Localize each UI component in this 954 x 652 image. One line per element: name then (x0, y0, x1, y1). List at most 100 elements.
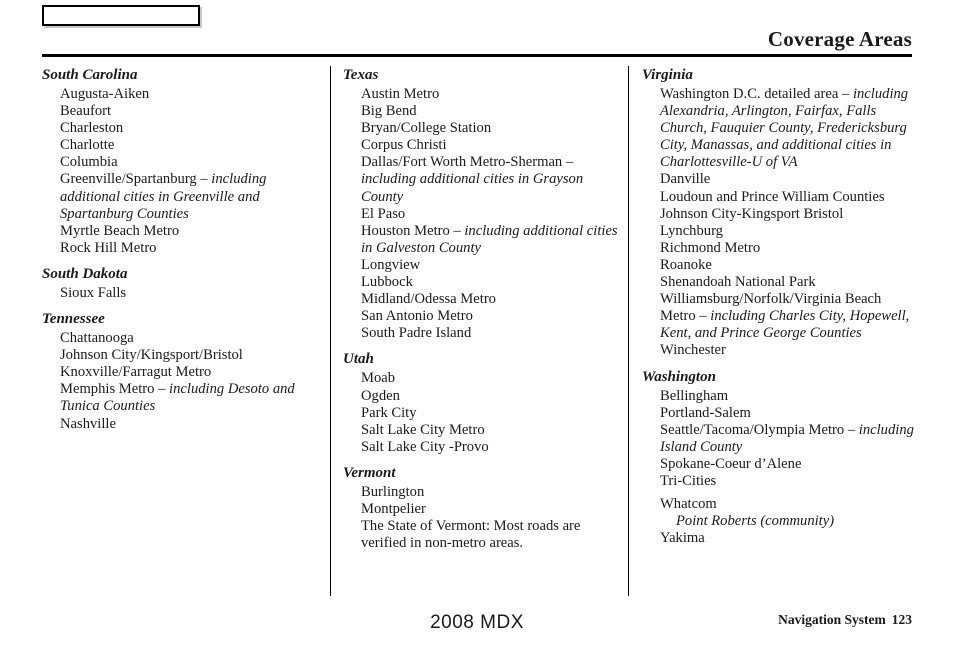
city-entry: Richmond Metro (642, 240, 914, 257)
city-name: Longview (361, 256, 421, 273)
coverage-columns: South Carolina Augusta-Aiken Beaufort Charl… (42, 66, 914, 596)
city-entry: Lynchburg (642, 223, 914, 240)
city-name: Nashville (60, 415, 116, 432)
state-block: Texas Austin Metro Big Bend Bryan/College S… (343, 66, 618, 342)
city-entry: Chattanooga (42, 330, 320, 347)
city-entry: Park City (343, 405, 618, 422)
state-name: South Carolina (42, 67, 138, 83)
footer-page-number: 123 (891, 612, 912, 627)
city-list: Bellingham Portland-Salem Seattle/Tacoma/O… (642, 388, 914, 548)
city-name: Winchester (660, 342, 726, 359)
city-entry: El Paso (343, 206, 618, 223)
city-name: Columbia (60, 154, 118, 171)
city-name: Midland/Odessa Metro (361, 291, 496, 308)
city-entry: South Padre Island (343, 325, 618, 342)
city-entry: Johnson City/Kingsport/Bristol (42, 347, 320, 364)
city-name: Lynchburg (660, 222, 723, 239)
city-name: Johnson City-Kingsport Bristol (660, 205, 844, 222)
city-entry: Williamsburg/Norfolk/Virginia Beach Metr… (642, 291, 914, 342)
city-list: Washington D.C. detailed area – includin… (642, 86, 914, 360)
city-entry: Danville (642, 171, 914, 188)
city-entry: Burlington (343, 484, 618, 501)
footer-manual-name: Navigation System (778, 612, 886, 627)
state-name: Virginia (642, 67, 693, 83)
state-name: Tennessee (42, 311, 105, 328)
city-entry: Charlotte (42, 137, 320, 154)
city-name: Rock Hill Metro (60, 239, 157, 256)
city-entry: Johnson City-Kingsport Bristol (642, 206, 914, 223)
city-name: Corpus Christi (361, 137, 447, 154)
city-name: Montpelier (361, 500, 426, 517)
city-entry: Beaufort (42, 103, 320, 120)
city-entry: Houston Metro – including additional cit… (343, 223, 618, 257)
city-name: Burlington (361, 483, 425, 500)
city-entry: Washington D.C. detailed area – includin… (642, 86, 914, 171)
city-name: Salt Lake City Metro (361, 421, 485, 438)
state-block: Vermont Burlington Montpelier The State of … (343, 464, 618, 552)
city-entry: Greenville/Spartanburg – including addit… (42, 171, 320, 222)
city-list: Augusta-Aiken Beaufort Charleston Charlotte… (42, 86, 320, 257)
city-entry: Knoxville/Farragut Metro (42, 364, 320, 381)
city-name: Charlotte (60, 137, 115, 154)
state-name: Washington (642, 368, 716, 385)
city-entry: Loudoun and Prince William Counties (642, 189, 914, 206)
city-name: Salt Lake City -Provo (361, 438, 489, 455)
city-entry: Whatcom (642, 496, 914, 513)
city-name: Dallas/Fort Worth Metro-Sherman (361, 154, 566, 171)
city-name: Bellingham (660, 387, 729, 404)
state-name: Vermont (343, 464, 396, 481)
city-name: South Padre Island (361, 325, 472, 342)
city-entry: Bellingham (642, 388, 914, 405)
coverage-column-1: South Carolina Augusta-Aiken Beaufort Charl… (42, 66, 330, 596)
state-block: South Dakota Sioux Falls (42, 265, 320, 302)
state-block: Virginia Washington D.C. detailed area – … (642, 66, 914, 360)
city-entry: Point Roberts (community) (642, 513, 914, 530)
city-name: Richmond Metro (660, 239, 761, 256)
city-name: Spokane-Coeur d’Alene (660, 455, 802, 472)
state-name: Utah (343, 351, 374, 368)
city-name: Point Roberts (community) (676, 513, 835, 530)
city-name: Whatcom (660, 496, 717, 513)
city-entry: Yakima (642, 530, 914, 547)
city-name: Johnson City/Kingsport/Bristol (60, 347, 243, 364)
city-name: Park City (361, 404, 417, 421)
city-name: Sioux Falls (60, 284, 127, 301)
city-entry: Sioux Falls (42, 285, 320, 302)
city-list: Burlington Montpelier The State of Vermont… (343, 484, 618, 552)
city-entry: Winchester (642, 342, 914, 359)
city-entry: Augusta-Aiken (42, 86, 320, 103)
city-name: Ogden (361, 387, 400, 404)
city-entry: Big Bend (343, 103, 618, 120)
city-name: Shenandoah National Park (660, 274, 816, 291)
city-entry: Midland/Odessa Metro (343, 291, 618, 308)
city-entry: Roanoke (642, 257, 914, 274)
city-entry: Corpus Christi (343, 137, 618, 154)
city-entry: Tri-Cities (642, 473, 914, 490)
city-name: Chattanooga (60, 330, 134, 347)
city-name: Austin Metro (361, 86, 440, 102)
page-title: Coverage Areas (767, 27, 912, 51)
city-entry: Seattle/Tacoma/Olympia Metro – including… (642, 422, 914, 456)
city-name: El Paso (361, 205, 406, 222)
city-entry: Longview (343, 257, 618, 274)
city-list: Sioux Falls (42, 285, 320, 302)
city-name: Lubbock (361, 274, 413, 291)
city-entry: Ogden (343, 388, 618, 405)
city-entry: Spokane-Coeur d’Alene (642, 456, 914, 473)
header-divider-rule (42, 54, 912, 57)
city-entry: Shenandoah National Park (642, 274, 914, 291)
state-block: Washington Bellingham Portland-Salem Seattl… (642, 368, 914, 548)
city-entry: The State of Vermont: Most roads are ver… (343, 518, 618, 552)
city-name: Myrtle Beach Metro (60, 222, 180, 239)
city-entry: Dallas/Fort Worth Metro-Sherman – includ… (343, 154, 618, 205)
coverage-column-2: Texas Austin Metro Big Bend Bryan/College S… (330, 66, 628, 596)
city-name: Moab (361, 370, 396, 387)
state-block: Utah Moab Ogden Park City Salt Lake City Met… (343, 350, 618, 455)
city-list: Austin Metro Big Bend Bryan/College Statio… (343, 86, 618, 342)
city-name: Seattle/Tacoma/Olympia Metro (660, 421, 848, 438)
city-entry: Salt Lake City -Provo (343, 439, 618, 456)
state-name: South Dakota (42, 265, 128, 282)
city-entry: Lubbock (343, 274, 618, 291)
city-name: Beaufort (60, 103, 112, 120)
city-name: Big Bend (361, 103, 417, 120)
